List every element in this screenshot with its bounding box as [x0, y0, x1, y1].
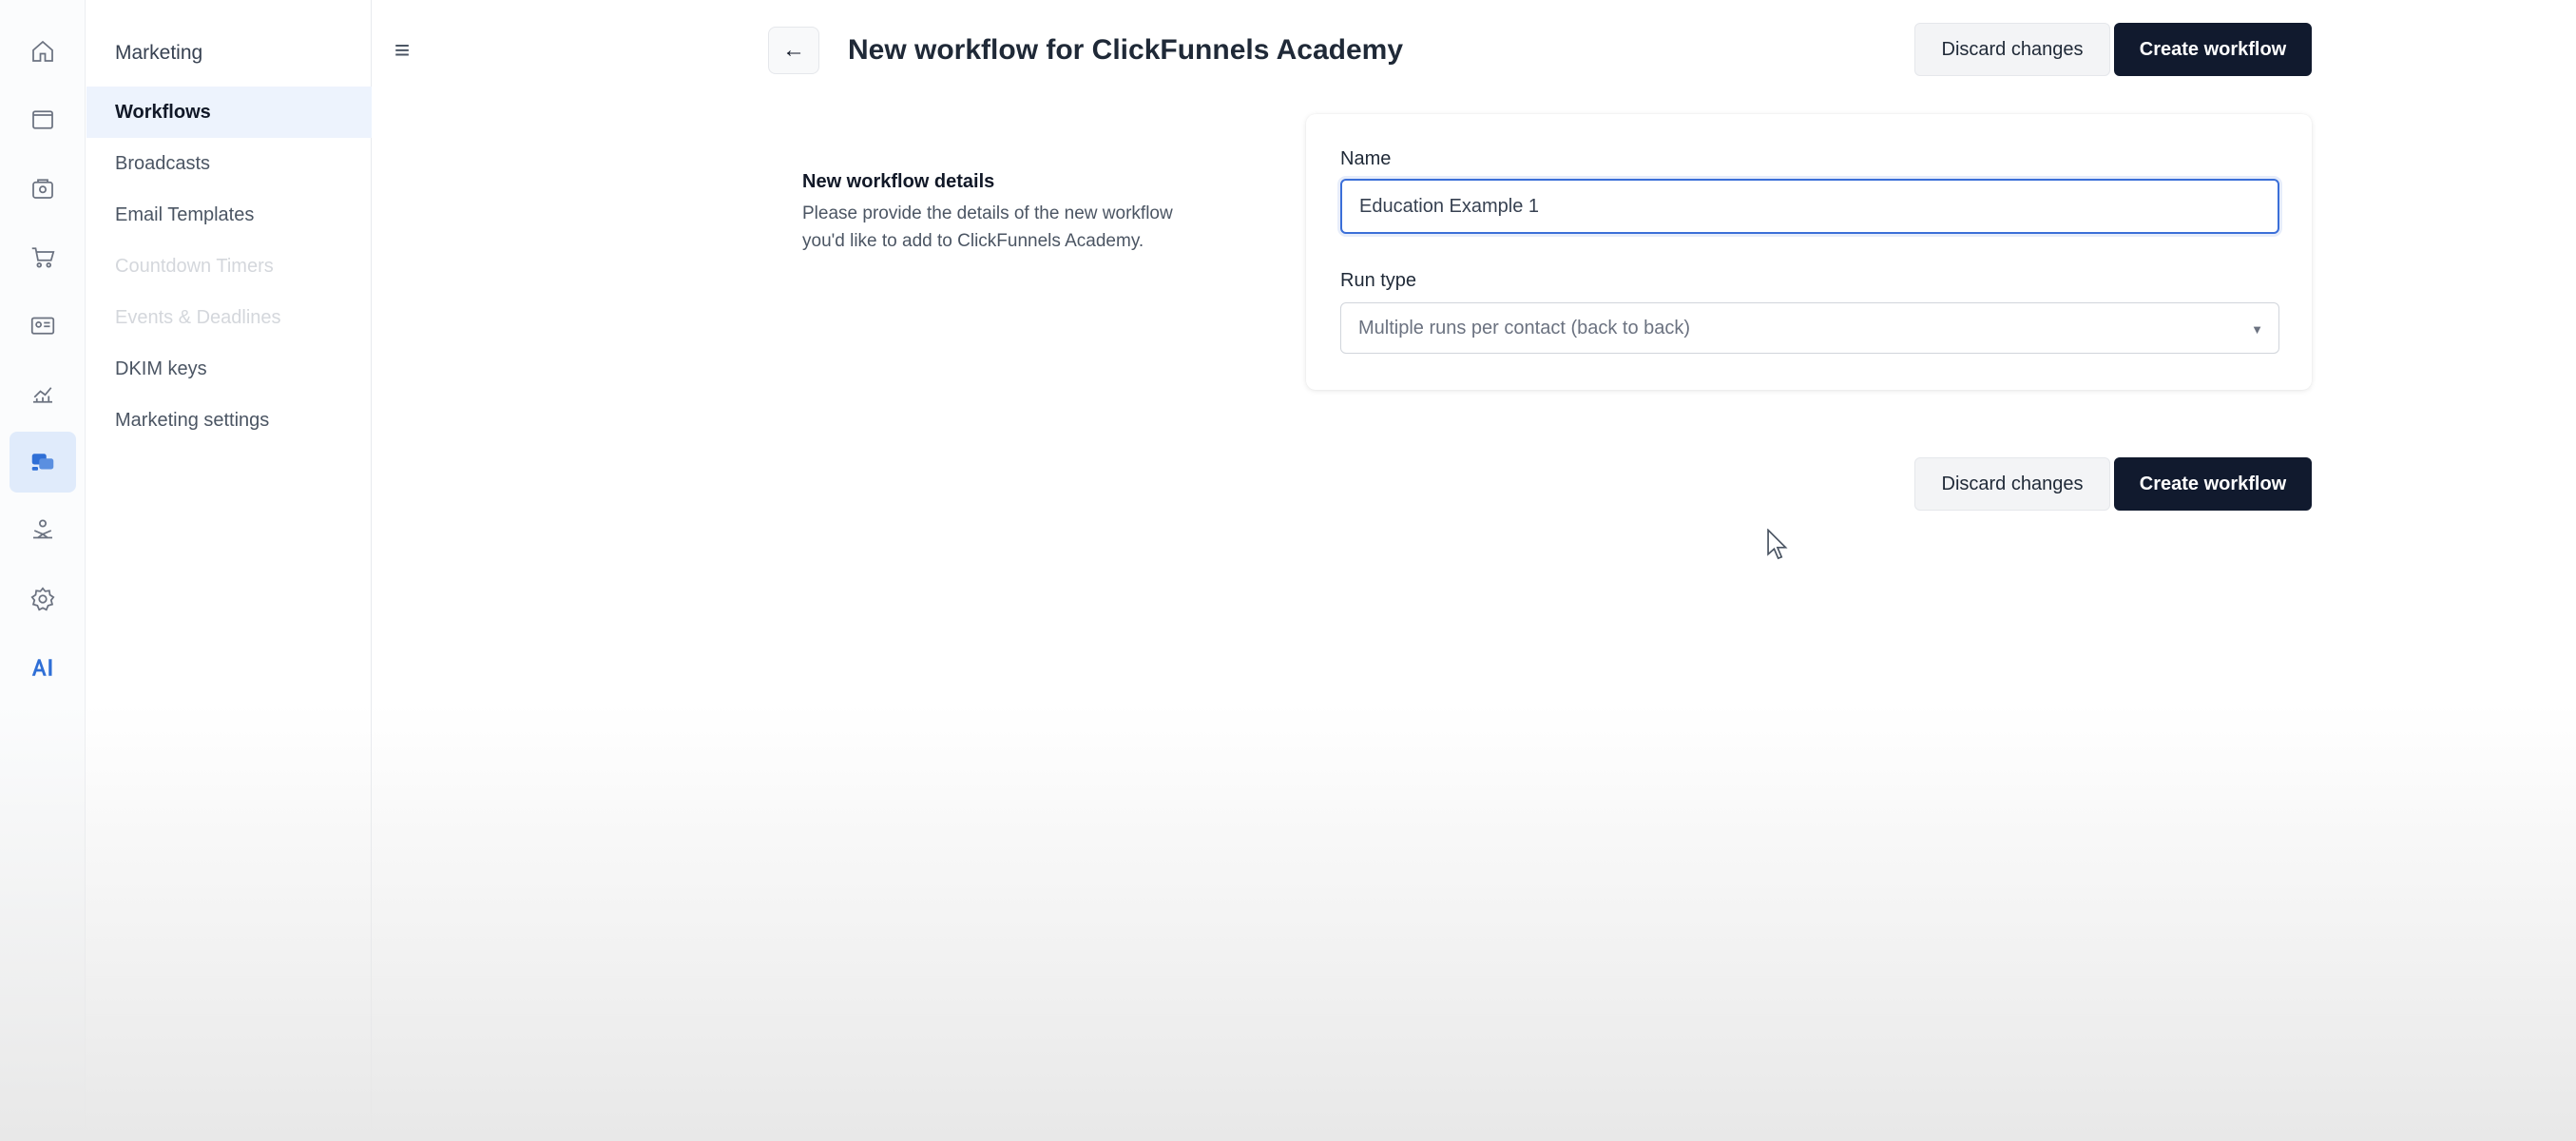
discard-changes-button-top[interactable]: Discard changes: [1914, 23, 2110, 76]
contact-card-icon[interactable]: [10, 295, 76, 356]
courses-icon[interactable]: [10, 500, 76, 561]
name-label: Name: [1340, 148, 1392, 169]
details-description: Please provide the details of the new wo…: [802, 203, 1173, 251]
subnav-item-dkim-keys[interactable]: DKIM keys: [87, 343, 372, 395]
run-type-value: Multiple runs per contact (back to back): [1358, 317, 1691, 338]
discard-changes-button-bottom[interactable]: Discard changes: [1914, 457, 2110, 511]
cart-icon[interactable]: [10, 226, 76, 287]
marketing-subnav: Marketing Workflows Broadcasts Email Tem…: [87, 0, 372, 1141]
subnav-item-broadcasts[interactable]: Broadcasts: [87, 138, 372, 189]
subnav-item-workflows[interactable]: Workflows: [87, 87, 372, 138]
icon-rail: [0, 0, 86, 1141]
workflow-form-card: Name Run type Multiple runs per contact …: [1306, 114, 2312, 390]
subnav-item-events-deadlines: Events & Deadlines: [115, 306, 281, 328]
back-button[interactable]: ←: [768, 27, 819, 74]
subnav-heading: Marketing: [115, 42, 203, 64]
run-type-select[interactable]: Multiple runs per contact (back to back)…: [1340, 302, 2279, 354]
marketing-icon[interactable]: [10, 432, 76, 493]
create-workflow-button-bottom[interactable]: Create workflow: [2114, 457, 2312, 511]
subnav-item-email-templates[interactable]: Email Templates: [87, 189, 372, 241]
mouse-cursor-icon: [1767, 529, 1788, 560]
window-icon[interactable]: [10, 89, 76, 150]
page-title: New workflow for ClickFunnels Academy: [848, 34, 1404, 66]
subnav-item-marketing-settings[interactable]: Marketing settings: [87, 395, 372, 446]
home-icon[interactable]: [10, 21, 76, 82]
analytics-icon[interactable]: [10, 363, 76, 424]
store-icon[interactable]: [10, 158, 76, 219]
bottom-fade-overlay: [0, 704, 2576, 1141]
name-input[interactable]: [1340, 179, 2279, 234]
app-window: Marketing Workflows Broadcasts Email Tem…: [0, 0, 2576, 1141]
details-title: New workflow details: [802, 171, 995, 192]
arrow-left-icon: ←: [782, 37, 805, 63]
run-type-label: Run type: [1340, 270, 1417, 291]
hamburger-menu-icon[interactable]: ≡: [388, 35, 416, 65]
create-workflow-button-top[interactable]: Create workflow: [2114, 23, 2312, 76]
subnav-item-countdown-timers: Countdown Timers: [115, 255, 274, 277]
caret-down-icon: ▼: [2251, 322, 2263, 337]
settings-gear-icon[interactable]: [10, 569, 76, 629]
ai-icon[interactable]: [10, 637, 76, 698]
